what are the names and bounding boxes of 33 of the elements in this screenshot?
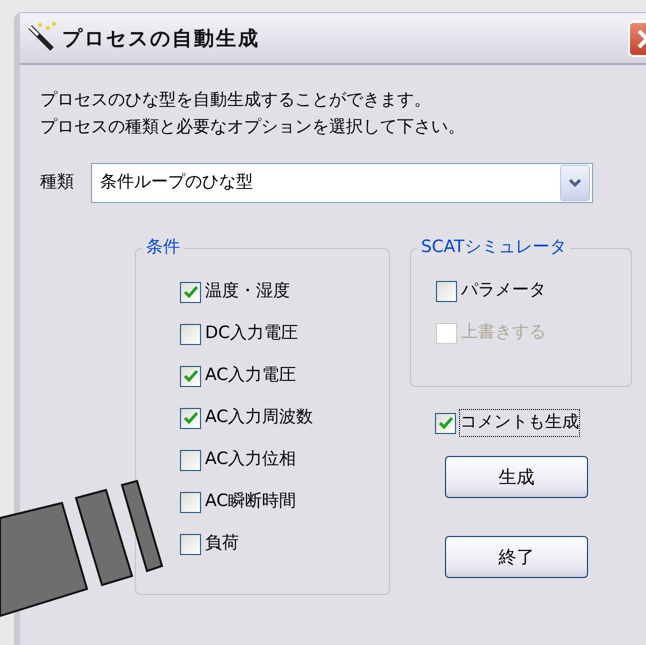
dialog-button[interactable]: 終了 [445,536,588,578]
checkmark-icon [184,412,198,424]
checkbox[interactable] [180,534,201,554]
dropdown-value: 条件ループのひな型 [100,171,253,194]
checkbox-label: パラメータ [461,279,546,302]
checkbox[interactable] [436,280,457,302]
dialog-button[interactable]: 生成 [445,456,588,498]
checkmark-icon [184,370,198,382]
chevron-down-icon [568,178,582,188]
description-text: プロセスの種類と必要なオプションを選択して下さい。 [40,116,466,139]
description-text: プロセスのひな型を自動生成することができます。 [40,89,432,112]
checkbox[interactable] [180,408,201,428]
checkbox-label: AC入力周波数 [205,406,314,430]
window-title: プロセスの自動生成 [62,25,260,52]
checkbox-label: AC入力電圧 [205,364,296,388]
checkbox-label: 負荷 [205,532,239,556]
checkbox[interactable] [180,366,201,386]
checkbox[interactable] [180,492,201,512]
checkbox-label: DC入力電圧 [205,322,298,346]
type-dropdown[interactable]: 条件ループのひな型 [91,163,593,203]
checkbox-label: コメントも生成 [460,410,579,436]
field-label: 種類 [40,171,74,194]
checkbox[interactable] [180,282,201,302]
checkbox-label: 温度・湿度 [205,280,290,304]
checkbox[interactable] [435,412,456,434]
checkbox-label: 上書きする [461,321,546,344]
checkmark-icon [438,417,452,429]
checkbox-label: AC入力位相 [205,448,296,472]
checkbox[interactable] [180,450,201,470]
checkbox-label: AC瞬断時間 [205,490,296,514]
checkmark-icon [184,286,198,298]
checkbox[interactable] [180,324,201,344]
dropdown-button[interactable] [560,165,590,201]
